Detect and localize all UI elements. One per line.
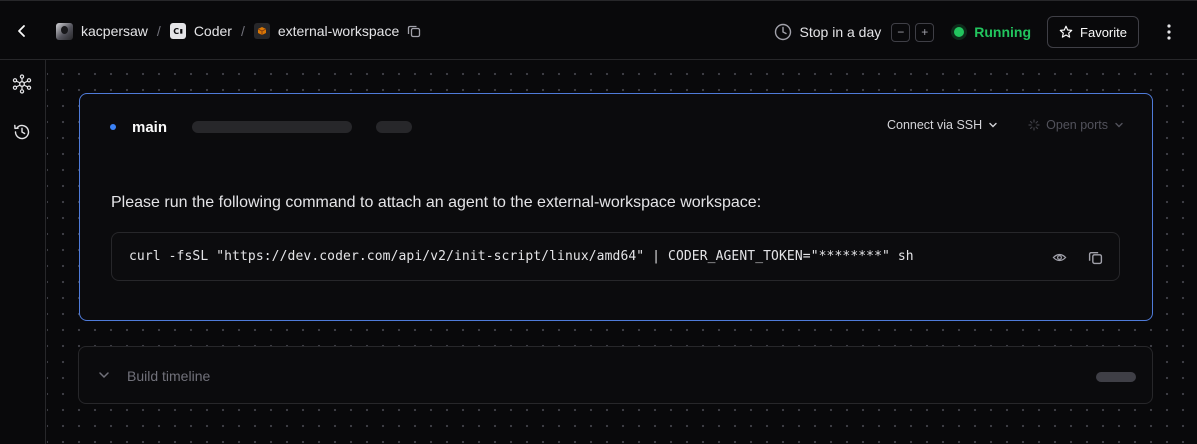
agent-header: main (110, 118, 413, 136)
loading-spinner-icon (1028, 119, 1040, 131)
breadcrumb: kacpersaw / C ▮ Coder / external-workspac… (56, 21, 421, 41)
open-ports-button[interactable]: Open ports (1028, 118, 1124, 132)
agent-status-dot-icon (110, 124, 116, 130)
network-icon (12, 74, 32, 94)
connect-via-ssh-label: Connect via SSH (886, 118, 983, 132)
breadcrumb-organization[interactable]: C ▮ Coder (169, 23, 232, 39)
build-timeline-label: Build timeline (127, 368, 211, 384)
workspace-actions: Stop in a day − + Running Favorite (774, 16, 1177, 48)
chevron-left-icon (18, 25, 25, 37)
breadcrumb-organization-label: Coder (193, 23, 232, 39)
back-button[interactable] (12, 21, 32, 41)
schedule-control[interactable]: Stop in a day (774, 23, 882, 41)
star-icon (1059, 25, 1073, 38)
chevron-down-icon (989, 122, 997, 128)
agent-info-skeleton (376, 121, 413, 133)
agent-actions: Connect via SSH Open ports (887, 118, 1124, 132)
history-button[interactable] (11, 121, 33, 143)
favorite-button[interactable]: Favorite (1047, 16, 1139, 48)
resources-button[interactable] (11, 73, 33, 95)
breadcrumb-workspace-label: external-workspace (277, 23, 400, 39)
workspace-box-icon (253, 23, 270, 39)
chevron-down-icon (99, 372, 109, 379)
coder-logo-icon: C ▮ (169, 23, 186, 39)
agent-info-skeleton (192, 121, 353, 133)
timeline-duration-skeleton (1096, 372, 1136, 382)
breadcrumb-owner[interactable]: kacpersaw (56, 22, 148, 40)
status-label: Running (974, 24, 1032, 40)
chevron-down-icon (1115, 122, 1123, 128)
copy-icon (408, 25, 421, 38)
increase-deadline-button[interactable]: + (915, 22, 935, 42)
agent-name: main (132, 118, 168, 136)
build-timeline-section[interactable]: Build timeline (78, 346, 1153, 404)
top-bar: kacpersaw / C ▮ Coder / external-workspac… (0, 0, 1197, 60)
breadcrumb-separator: / (240, 23, 245, 39)
agent-instruction-text: Please run the following command to atta… (111, 194, 762, 211)
kebab-menu-icon (1167, 24, 1171, 40)
init-command-box: curl -fsSL "https://dev.coder.com/api/v2… (111, 232, 1120, 281)
history-icon (14, 124, 30, 140)
decrease-deadline-button[interactable]: − (891, 22, 911, 42)
open-ports-label: Open ports (1046, 118, 1108, 132)
more-options-button[interactable] (1161, 20, 1177, 44)
status-dot-icon (954, 27, 965, 37)
breadcrumb-separator: / (156, 23, 161, 39)
agent-card: main Connect via SSH Open ports Please r… (79, 93, 1153, 321)
copy-icon (1088, 251, 1102, 264)
connect-via-ssh-button[interactable]: Connect via SSH (887, 118, 998, 132)
breadcrumb-owner-label: kacpersaw (81, 23, 148, 39)
favorite-label: Favorite (1080, 24, 1127, 40)
init-command-text[interactable]: curl -fsSL "https://dev.coder.com/api/v2… (129, 249, 914, 264)
breadcrumb-workspace[interactable]: external-workspace (253, 23, 400, 39)
schedule-label: Stop in a day (799, 24, 882, 40)
status-badge: Running (954, 24, 1031, 40)
clock-icon (774, 23, 791, 41)
sidebar (0, 60, 46, 444)
copy-command-button[interactable] (1087, 249, 1103, 265)
eye-icon (1052, 253, 1066, 261)
copy-workspace-name-button[interactable] (407, 24, 421, 38)
reveal-token-button[interactable] (1051, 249, 1067, 265)
user-avatar-icon (56, 22, 73, 40)
